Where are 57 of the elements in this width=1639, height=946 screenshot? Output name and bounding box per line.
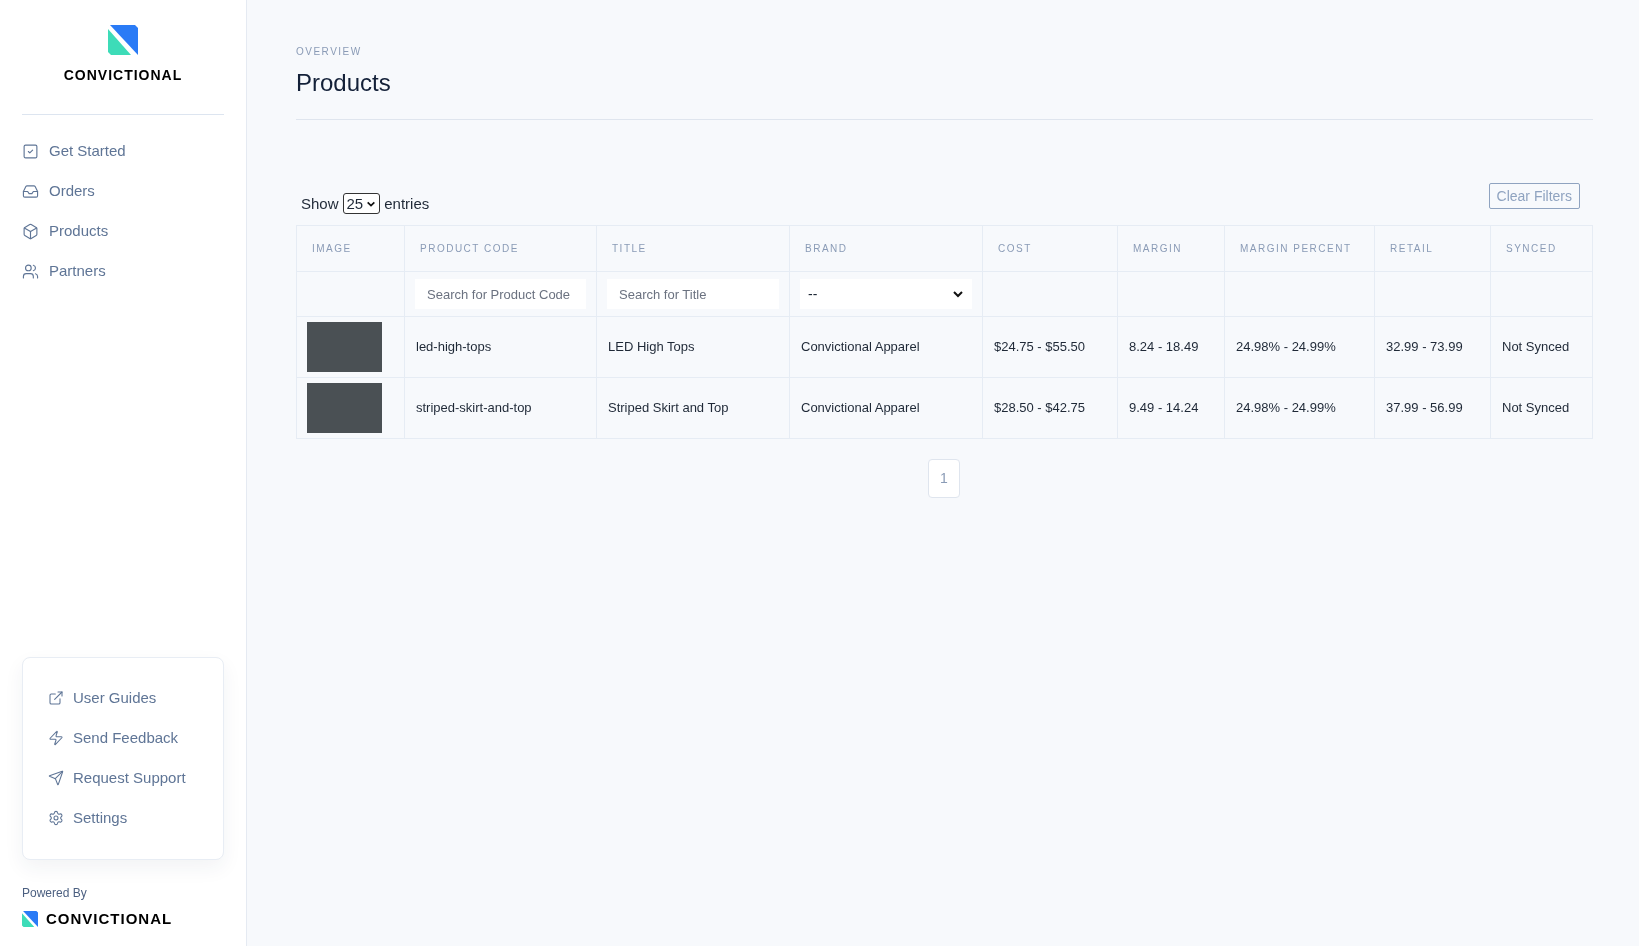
- nav-icon: [22, 183, 39, 200]
- table-cell: Striped Skirt and Top: [596, 377, 790, 439]
- nav-item[interactable]: Partners: [22, 261, 224, 282]
- table-cell: Not Synced: [1490, 377, 1593, 439]
- table-cell: 32.99 - 73.99: [1374, 316, 1491, 378]
- table-cell: $24.75 - $55.50: [982, 316, 1118, 378]
- page-title: Products: [296, 65, 1593, 120]
- help-icon: [48, 810, 64, 826]
- table-cell: 9.49 - 14.24: [1117, 377, 1225, 439]
- chevron-down-icon: [952, 288, 964, 300]
- help-link[interactable]: Settings: [48, 807, 198, 829]
- column-header: MARGIN: [1117, 225, 1225, 272]
- help-icon: [48, 770, 64, 786]
- help-icon: [48, 730, 64, 746]
- table-cell: 8.24 - 18.49: [1117, 316, 1225, 378]
- nav-item[interactable]: Products: [22, 221, 224, 242]
- clear-filters-button[interactable]: Clear Filters: [1488, 183, 1580, 209]
- nav-item[interactable]: Orders: [22, 181, 224, 202]
- table-cell: led-high-tops: [404, 316, 597, 378]
- search-field[interactable]: Search for Title: [607, 279, 779, 309]
- column-header: TITLE: [596, 225, 790, 272]
- page-size-select[interactable]: 25: [342, 193, 381, 215]
- table-cell: 24.98% - 24.99%: [1224, 377, 1375, 439]
- table-cell: 24.98% - 24.99%: [1224, 316, 1375, 378]
- help-icon: [48, 690, 64, 706]
- column-header: COST: [982, 225, 1118, 272]
- column-header: SYNCED: [1490, 225, 1593, 272]
- column-header: IMAGE: [296, 225, 405, 272]
- table-cell: striped-skirt-and-top: [404, 377, 597, 439]
- table-cell: $28.50 - $42.75: [982, 377, 1118, 439]
- table-cell: Not Synced: [1490, 316, 1593, 378]
- page-button[interactable]: 1: [928, 459, 960, 498]
- logo-icon: [108, 25, 138, 55]
- column-header: MARGIN PERCENT: [1224, 225, 1375, 272]
- page-eyebrow: OVERVIEW: [296, 45, 363, 59]
- show-label: Show: [301, 193, 339, 214]
- table-cell: LED High Tops: [596, 316, 790, 378]
- table-cell: Convictional Apparel: [789, 377, 983, 439]
- nav-item[interactable]: Get Started: [22, 141, 224, 162]
- help-link[interactable]: Request Support: [48, 767, 198, 789]
- nav-icon: [22, 263, 39, 280]
- table-cell: Convictional Apparel: [789, 316, 983, 378]
- powered-by-label: Powered By: [22, 884, 88, 902]
- brand-wordmark: CONVICTIONAL: [63, 66, 183, 85]
- search-field[interactable]: Search for Product Code: [415, 279, 586, 309]
- column-header: PRODUCT CODE: [404, 225, 597, 272]
- nav-icon: [22, 143, 39, 160]
- brand-select[interactable]: --: [800, 279, 972, 309]
- footer-wordmark: CONVICTIONAL: [46, 908, 173, 929]
- nav-icon: [22, 223, 39, 240]
- entries-label: entries: [384, 193, 430, 214]
- help-link[interactable]: Send Feedback: [48, 727, 198, 749]
- logo-icon: [22, 910, 38, 927]
- column-header: RETAIL: [1374, 225, 1491, 272]
- table-cell: 37.99 - 56.99: [1374, 377, 1491, 439]
- help-link[interactable]: User Guides: [48, 687, 198, 709]
- column-header: BRAND: [789, 225, 983, 272]
